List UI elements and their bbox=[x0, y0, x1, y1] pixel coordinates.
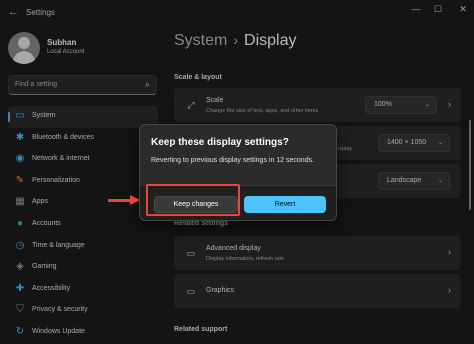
dialog-message: Reverting to previous display settings i… bbox=[151, 157, 315, 164]
pointer-arrow-icon bbox=[130, 195, 140, 205]
highlight-box bbox=[146, 184, 240, 216]
dialog-title: Keep these display settings? bbox=[151, 137, 289, 148]
revert-button[interactable]: Revert bbox=[244, 196, 326, 213]
